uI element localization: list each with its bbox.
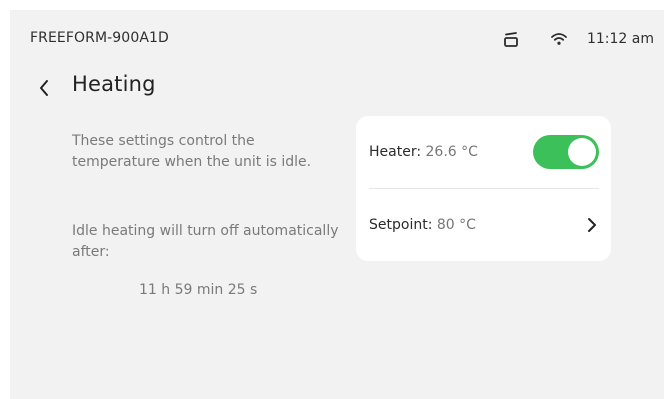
clock-time: 11:12 am <box>586 31 654 47</box>
auto-off-text: Idle heating will turn off automatically… <box>72 223 339 260</box>
device-name: FREEFORM-900A1D <box>30 30 169 46</box>
heater-toggle[interactable] <box>533 135 599 169</box>
description-text: These settings control the temperature w… <box>72 133 312 170</box>
cup-icon <box>501 29 521 49</box>
chevron-right-icon <box>585 215 599 235</box>
status-bar: 11:12 am <box>501 29 654 49</box>
countdown-timer: 11 h 59 min 25 s <box>139 282 258 298</box>
toggle-knob <box>568 138 596 166</box>
heater-label-text: Heater: <box>369 144 422 160</box>
heater-label: Heater: 26.6 °C <box>369 144 478 160</box>
setpoint-row[interactable]: Setpoint: 80 °C <box>369 189 599 261</box>
wifi-icon <box>549 29 569 49</box>
setpoint-label-text: Setpoint: <box>369 217 433 233</box>
setpoint-value: 80 °C <box>436 217 476 233</box>
heater-row: Heater: 26.6 °C <box>369 116 599 188</box>
heater-value: 26.6 °C <box>425 144 478 160</box>
page-title: Heating <box>72 72 156 96</box>
settings-card: Heater: 26.6 °C Setpoint: 80 °C <box>356 116 611 261</box>
chevron-left-icon <box>40 80 48 96</box>
back-button[interactable] <box>34 76 54 100</box>
setpoint-label: Setpoint: 80 °C <box>369 217 476 233</box>
screen: FREEFORM-900A1D 11:12 am Heating These s… <box>10 10 664 399</box>
